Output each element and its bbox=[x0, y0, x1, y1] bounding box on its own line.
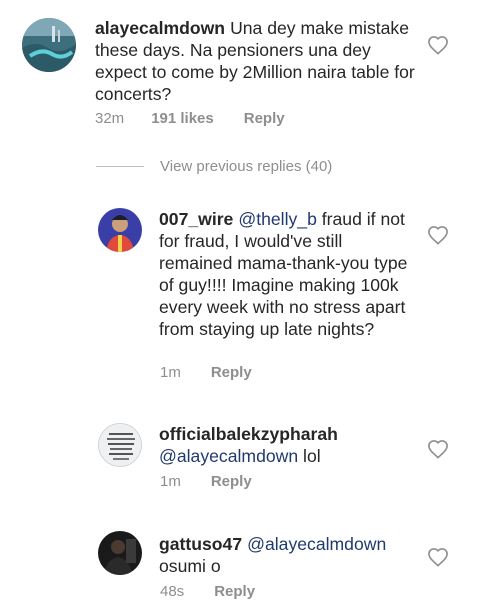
comment-text: 007_wire @thelly_b fraud if not for fraud… bbox=[159, 208, 419, 340]
text-graphic-avatar[interactable] bbox=[98, 423, 142, 467]
mention-link[interactable]: @alayecalmdown bbox=[159, 446, 298, 466]
reply-button[interactable]: Reply bbox=[214, 583, 255, 600]
comment-gattuso47: gattuso47 @alayecalmdown osumi o 48s Reply bbox=[0, 525, 480, 613]
person-avatar[interactable] bbox=[98, 208, 142, 252]
comment-body: osumi o bbox=[159, 556, 221, 576]
comment-meta: 48s Reply bbox=[160, 583, 255, 600]
divider-line bbox=[96, 166, 144, 167]
comment-text: officialbalekzypharah @alayecalmdown lol bbox=[159, 423, 419, 467]
view-previous-replies[interactable]: View previous replies (40) bbox=[96, 158, 332, 175]
heart-icon[interactable] bbox=[427, 35, 449, 55]
comment-text: alayecalmdown Una dey make mistake these … bbox=[95, 17, 415, 105]
comment-time: 32m bbox=[95, 110, 125, 127]
comment-meta: 1m Reply bbox=[160, 364, 252, 381]
comment-username[interactable]: officialbalekzypharah bbox=[159, 424, 338, 444]
mention-link[interactable]: @thelly_b bbox=[238, 209, 317, 229]
comment-officialbalekzypharah: officialbalekzypharah @alayecalmdown lol … bbox=[0, 415, 480, 505]
comment-007-wire: 007_wire @thelly_b fraud if not for fraud… bbox=[0, 200, 480, 395]
city-aerial-avatar[interactable] bbox=[22, 18, 76, 72]
comment-body: lol bbox=[303, 446, 321, 466]
heart-icon[interactable] bbox=[427, 439, 449, 459]
mention-link[interactable]: @alayecalmdown bbox=[247, 534, 386, 554]
comment-time: 1m bbox=[160, 473, 181, 490]
comment-username[interactable]: alayecalmdown bbox=[95, 18, 225, 38]
likes-count[interactable]: 191 likes bbox=[151, 110, 214, 127]
comment-text: gattuso47 @alayecalmdown osumi o bbox=[159, 533, 419, 577]
comment-username[interactable]: gattuso47 bbox=[159, 534, 242, 554]
reply-button[interactable]: Reply bbox=[211, 364, 252, 381]
comment-time: 48s bbox=[160, 583, 185, 600]
reply-button[interactable]: Reply bbox=[244, 110, 285, 127]
dark-person-avatar[interactable] bbox=[98, 531, 142, 575]
comment-time: 1m bbox=[160, 364, 181, 381]
heart-icon[interactable] bbox=[427, 547, 449, 567]
comment-meta: 32m 191 likes Reply bbox=[95, 110, 285, 127]
view-previous-label[interactable]: View previous replies (40) bbox=[160, 158, 332, 175]
comment-username[interactable]: 007_wire bbox=[159, 209, 233, 229]
comment-alayecalmdown: alayecalmdown Una dey make mistake these … bbox=[0, 0, 480, 150]
reply-button[interactable]: Reply bbox=[211, 473, 252, 490]
heart-icon[interactable] bbox=[427, 225, 449, 245]
comment-meta: 1m Reply bbox=[160, 473, 252, 490]
